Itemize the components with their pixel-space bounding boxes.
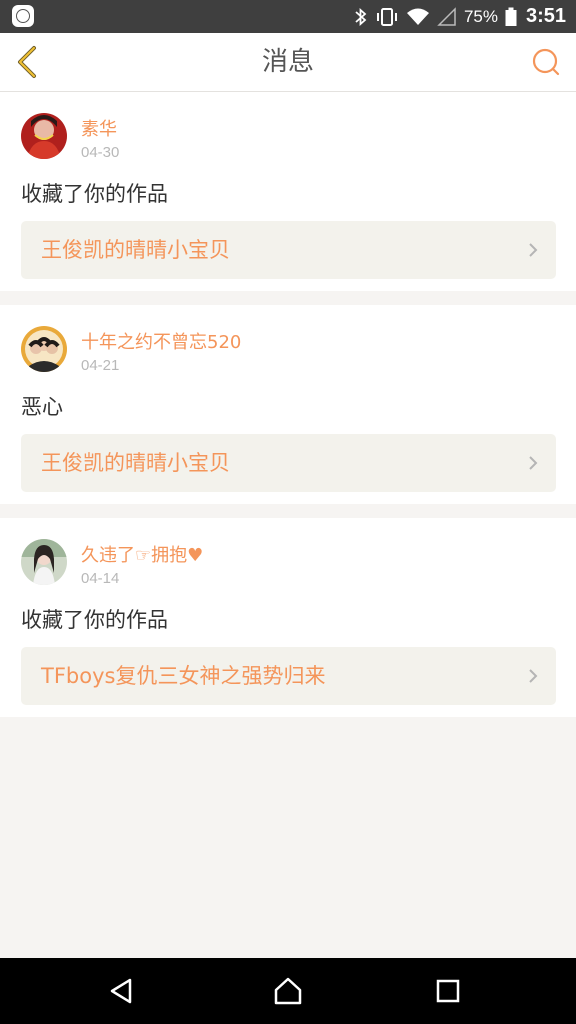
message-date: 04-30: [81, 144, 120, 161]
vibrate-icon: [376, 7, 397, 26]
chevron-right-icon: [529, 243, 538, 257]
chevron-right-icon: [529, 669, 538, 683]
message-item: 久违了☞拥抱♥ 04-14 收藏了你的作品 TFboys复仇三女神之强势归来: [0, 518, 576, 717]
message-item: 十年之约不曾忘520 04-21 恶心 王俊凯的晴晴小宝贝: [0, 305, 576, 504]
triangle-back-icon: [110, 978, 132, 1004]
signal-icon: [437, 6, 456, 26]
message-text: 恶心: [21, 395, 63, 419]
work-link[interactable]: TFboys复仇三女神之强势归来: [21, 647, 556, 705]
message-item: 素华 04-30 收藏了你的作品 王俊凯的晴晴小宝贝: [0, 92, 576, 291]
user-name[interactable]: 素华: [81, 115, 117, 141]
avatar[interactable]: [21, 113, 67, 159]
clock: 3:51: [525, 5, 566, 27]
avatar[interactable]: [21, 326, 67, 372]
header: 消息: [0, 33, 576, 92]
page-title: 消息: [261, 47, 314, 77]
nav-recents-button[interactable]: [428, 971, 468, 1011]
square-recents-icon: [436, 979, 460, 1003]
home-icon: [274, 977, 302, 1005]
nav-back-button[interactable]: [102, 971, 142, 1011]
nav-home-button[interactable]: [268, 971, 308, 1011]
work-link[interactable]: 王俊凯的晴晴小宝贝: [21, 434, 556, 492]
status-icons: 75% 3:51: [354, 0, 566, 33]
message-text: 收藏了你的作品: [21, 608, 168, 632]
wifi-icon: [406, 8, 429, 25]
avatar-image: [21, 539, 67, 585]
avatar-image: [21, 326, 67, 372]
user-name[interactable]: 十年之约不曾忘520: [81, 328, 241, 354]
message-text: 收藏了你的作品: [21, 182, 168, 206]
chevron-right-icon: [529, 456, 538, 470]
bluetooth-icon: [355, 7, 367, 26]
message-list: 素华 04-30 收藏了你的作品 王俊凯的晴晴小宝贝 十年之约不曾忘520 04…: [0, 92, 576, 717]
avatar-image: [21, 113, 67, 159]
divider: [0, 504, 576, 518]
message-date: 04-14: [81, 570, 120, 587]
system-nav-bar: [0, 958, 576, 1024]
battery-icon: [505, 7, 517, 26]
status-bar: 75% 3:51: [0, 0, 576, 33]
divider: [0, 291, 576, 305]
search-icon: [532, 48, 560, 76]
work-title: 王俊凯的晴晴小宝贝: [41, 238, 230, 262]
work-link[interactable]: 王俊凯的晴晴小宝贝: [21, 221, 556, 279]
app-notification-icon: [12, 5, 34, 27]
user-name[interactable]: 久违了☞拥抱♥: [81, 541, 203, 567]
battery-percent: 75%: [463, 6, 498, 26]
work-title: TFboys复仇三女神之强势归来: [41, 664, 326, 688]
work-title: 王俊凯的晴晴小宝贝: [41, 451, 230, 475]
message-date: 04-21: [81, 357, 120, 374]
search-button[interactable]: [528, 44, 564, 80]
avatar[interactable]: [21, 539, 67, 585]
